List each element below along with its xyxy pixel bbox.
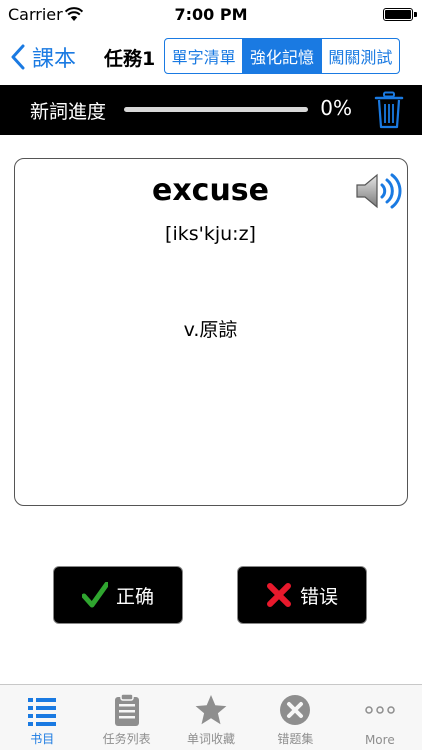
- tab-wrong-questions[interactable]: 错题集: [253, 685, 337, 750]
- cross-icon: [266, 583, 291, 607]
- tab-task-list[interactable]: 任务列表: [84, 685, 168, 750]
- tab-book-list[interactable]: 书目: [0, 685, 84, 750]
- wrong-button[interactable]: 错误: [237, 566, 367, 624]
- page-title: 任務1: [104, 48, 156, 70]
- chevron-left-icon: [11, 44, 25, 70]
- segment-reinforce[interactable]: 強化記憶: [242, 39, 321, 73]
- nav-bar: 課本 任務1 單字清單 強化記憶 闖關測試: [0, 30, 422, 84]
- status-time: 7:00 PM: [174, 5, 248, 24]
- tab-label: 错题集: [277, 732, 314, 746]
- x-circle-icon: [280, 695, 311, 725]
- word-card: excuse [iks'kju:z] v.原諒: [14, 158, 408, 506]
- tab-label: More: [364, 733, 395, 747]
- tab-word-favorites[interactable]: 单词收藏: [169, 685, 253, 750]
- tab-label: 任务列表: [102, 732, 151, 746]
- mode-segmented-control: 單字清單 強化記憶 闖關測試: [164, 38, 400, 74]
- status-bar: Carrier 7:00 PM: [0, 0, 422, 30]
- meaning-text: v.原諒: [183, 319, 238, 341]
- vocabulary-word: excuse: [151, 173, 270, 208]
- progress-label: 新詞進度: [30, 101, 107, 123]
- battery-tip: [414, 12, 417, 17]
- checkmark-icon: [81, 582, 108, 608]
- tab-label: 单词收藏: [187, 732, 236, 746]
- battery-icon: [383, 8, 413, 21]
- clipboard-icon: [114, 693, 139, 726]
- correct-button-label: 正确: [115, 585, 154, 608]
- tab-label: 书目: [30, 732, 55, 746]
- tab-more[interactable]: More: [338, 685, 422, 750]
- segment-test[interactable]: 闖關測試: [320, 39, 399, 73]
- back-label: 課本: [32, 47, 77, 72]
- star-icon: [195, 695, 227, 725]
- wrong-button-label: 错误: [299, 585, 338, 608]
- progress-value: 0%: [320, 96, 352, 120]
- progress-panel: 新詞進度 0%: [0, 85, 422, 135]
- back-button[interactable]: 課本: [10, 40, 76, 74]
- speaker-icon[interactable]: [355, 171, 403, 211]
- trash-icon[interactable]: [374, 91, 404, 129]
- tab-bar: 书目 任务列表 单词收藏 错题集 More: [0, 684, 422, 750]
- segment-word-list[interactable]: 單字清單: [165, 39, 242, 73]
- more-icon: [365, 706, 395, 714]
- progress-track: [124, 107, 308, 112]
- correct-button[interactable]: 正确: [53, 566, 183, 624]
- list-icon: [28, 698, 57, 726]
- phonetic-text: [iks'kju:z]: [165, 223, 256, 245]
